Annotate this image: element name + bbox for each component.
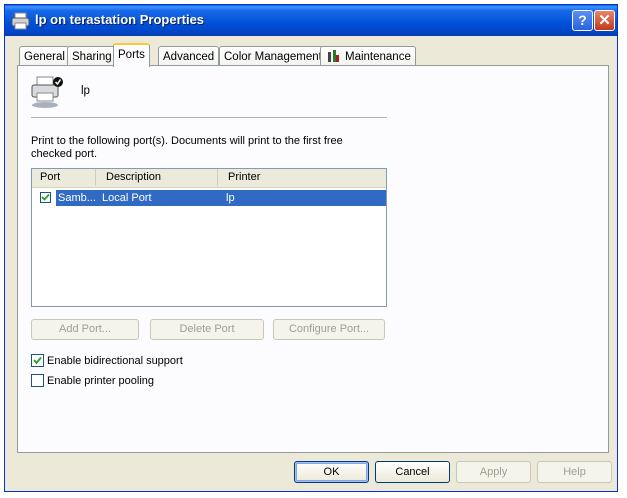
delete-port-button[interactable]: Delete Port bbox=[150, 319, 264, 340]
pooling-checkbox[interactable] bbox=[31, 374, 44, 387]
table-row[interactable]: Samb... Local Port lp bbox=[56, 190, 386, 206]
configure-port-button[interactable]: Configure Port... bbox=[273, 319, 385, 340]
printer-name: lp bbox=[81, 85, 90, 97]
port-cell: Samb... bbox=[58, 192, 96, 204]
apply-button[interactable]: Apply bbox=[456, 461, 531, 483]
tab-general[interactable]: General bbox=[19, 46, 70, 66]
column-printer[interactable]: Printer bbox=[218, 169, 386, 186]
title-bar[interactable]: lp on terastation Properties ? ✕ bbox=[5, 5, 617, 36]
maintenance-icon bbox=[328, 50, 339, 62]
ports-list-header: Port Description Printer bbox=[32, 169, 386, 188]
tab-ports[interactable]: Ports bbox=[113, 43, 150, 67]
properties-dialog: lp on terastation Properties ? ✕ General… bbox=[4, 4, 618, 492]
column-description[interactable]: Description bbox=[96, 169, 218, 186]
help-button[interactable]: Help bbox=[537, 461, 612, 483]
ports-list[interactable]: Port Description Printer Samb... Local P… bbox=[31, 168, 387, 307]
cancel-button[interactable]: Cancel bbox=[375, 461, 450, 483]
checkmark-icon bbox=[41, 193, 50, 201]
shared-printer-icon bbox=[31, 76, 63, 108]
printer-cell: lp bbox=[226, 192, 235, 204]
ports-description: Print to the following port(s). Document… bbox=[31, 135, 343, 160]
add-port-button[interactable]: Add Port... bbox=[31, 319, 139, 340]
pooling-label[interactable]: Enable printer pooling bbox=[47, 375, 154, 387]
ok-button[interactable]: OK bbox=[294, 461, 369, 483]
bidirectional-label[interactable]: Enable bidirectional support bbox=[47, 355, 183, 367]
window-title: lp on terastation Properties bbox=[35, 12, 205, 27]
divider bbox=[31, 117, 387, 118]
close-button[interactable]: ✕ bbox=[594, 10, 615, 31]
tab-maintenance[interactable]: Maintenance bbox=[320, 46, 416, 66]
help-title-button[interactable]: ? bbox=[572, 10, 593, 31]
column-port[interactable]: Port bbox=[32, 169, 96, 186]
checkmark-icon bbox=[33, 356, 42, 365]
port-checkbox[interactable] bbox=[40, 192, 51, 203]
printer-icon bbox=[11, 12, 30, 30]
tab-sharing[interactable]: Sharing bbox=[67, 46, 117, 66]
tab-color-management[interactable]: Color Management bbox=[219, 46, 327, 66]
bidirectional-checkbox[interactable] bbox=[31, 354, 44, 367]
tab-maintenance-label: Maintenance bbox=[345, 51, 411, 63]
tab-advanced[interactable]: Advanced bbox=[158, 46, 220, 66]
description-cell: Local Port bbox=[102, 192, 152, 204]
